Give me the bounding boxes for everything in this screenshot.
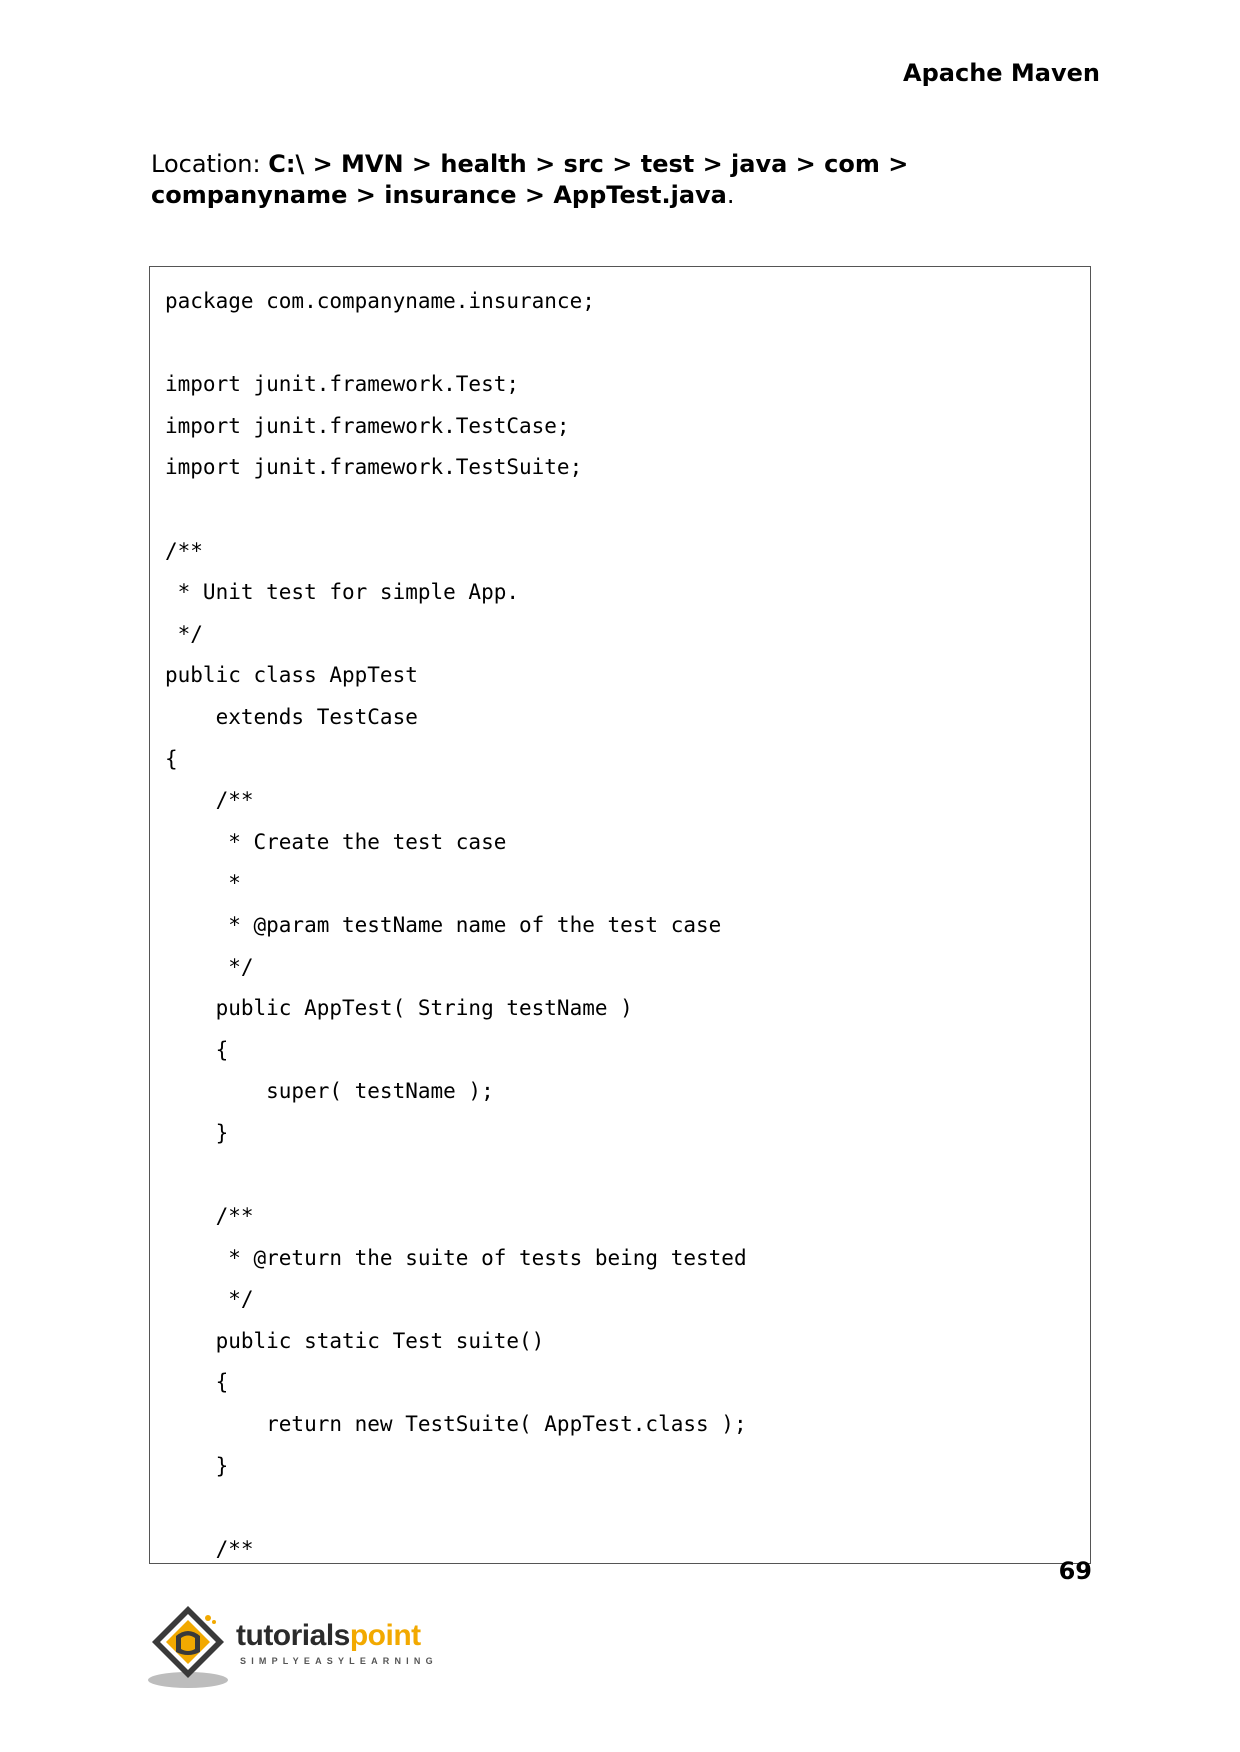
code-line: * @param testName name of the test case	[165, 912, 722, 937]
code-line: */	[165, 1287, 254, 1312]
location-line: Location: C:\ > MVN > health > src > tes…	[151, 149, 1101, 211]
code-line: /**	[165, 538, 203, 563]
location-suffix: .	[726, 181, 735, 209]
tutorialspoint-logo-icon	[148, 1606, 228, 1688]
code-line: {	[165, 746, 178, 771]
code-line: super( testName );	[165, 1079, 494, 1104]
code-line: }	[165, 1453, 229, 1478]
code-line: public class AppTest	[165, 663, 418, 688]
page-number: 69	[1058, 1557, 1092, 1585]
code-line: /**	[165, 1536, 254, 1561]
code-line: *	[165, 871, 241, 896]
code-line: {	[165, 1370, 229, 1395]
code-line: }	[165, 1120, 229, 1145]
logo-word-tutorials: tutorials	[236, 1619, 350, 1652]
code-line: package com.companyname.insurance;	[165, 289, 595, 313]
code-line: /**	[165, 1204, 254, 1229]
tutorialspoint-logo: tutorialspoint SIMPLYEASYLEARNING	[148, 1598, 458, 1693]
code-line: * Create the test case	[165, 829, 507, 854]
logo-wordmark: tutorialspoint	[236, 1620, 421, 1652]
code-line: * Unit test for simple App.	[165, 580, 520, 605]
code-line: import junit.framework.TestSuite;	[165, 455, 583, 480]
code-line: return new TestSuite( AppTest.class );	[165, 1412, 747, 1437]
logo-tagline: SIMPLYEASYLEARNING	[240, 1656, 438, 1666]
code-line: */	[165, 621, 203, 646]
code-line: public static Test suite()	[165, 1328, 545, 1353]
code-line: {	[165, 1037, 229, 1062]
code-block: package com.companyname.insurance; import…	[149, 266, 1091, 1564]
code-line: /**	[165, 788, 254, 813]
code-line: public AppTest( String testName )	[165, 996, 633, 1021]
code-line: import junit.framework.Test;	[165, 372, 520, 397]
code-lines: package com.companyname.insurance; import…	[165, 281, 747, 1563]
code-line: extends TestCase	[165, 704, 418, 729]
location-label: Location:	[151, 150, 269, 178]
page-header-title: Apache Maven	[903, 59, 1100, 87]
logo-word-point: point	[349, 1619, 421, 1652]
code-line: import junit.framework.TestCase;	[165, 413, 570, 438]
code-line: * @return the suite of tests being teste…	[165, 1245, 747, 1270]
code-line: */	[165, 954, 254, 979]
